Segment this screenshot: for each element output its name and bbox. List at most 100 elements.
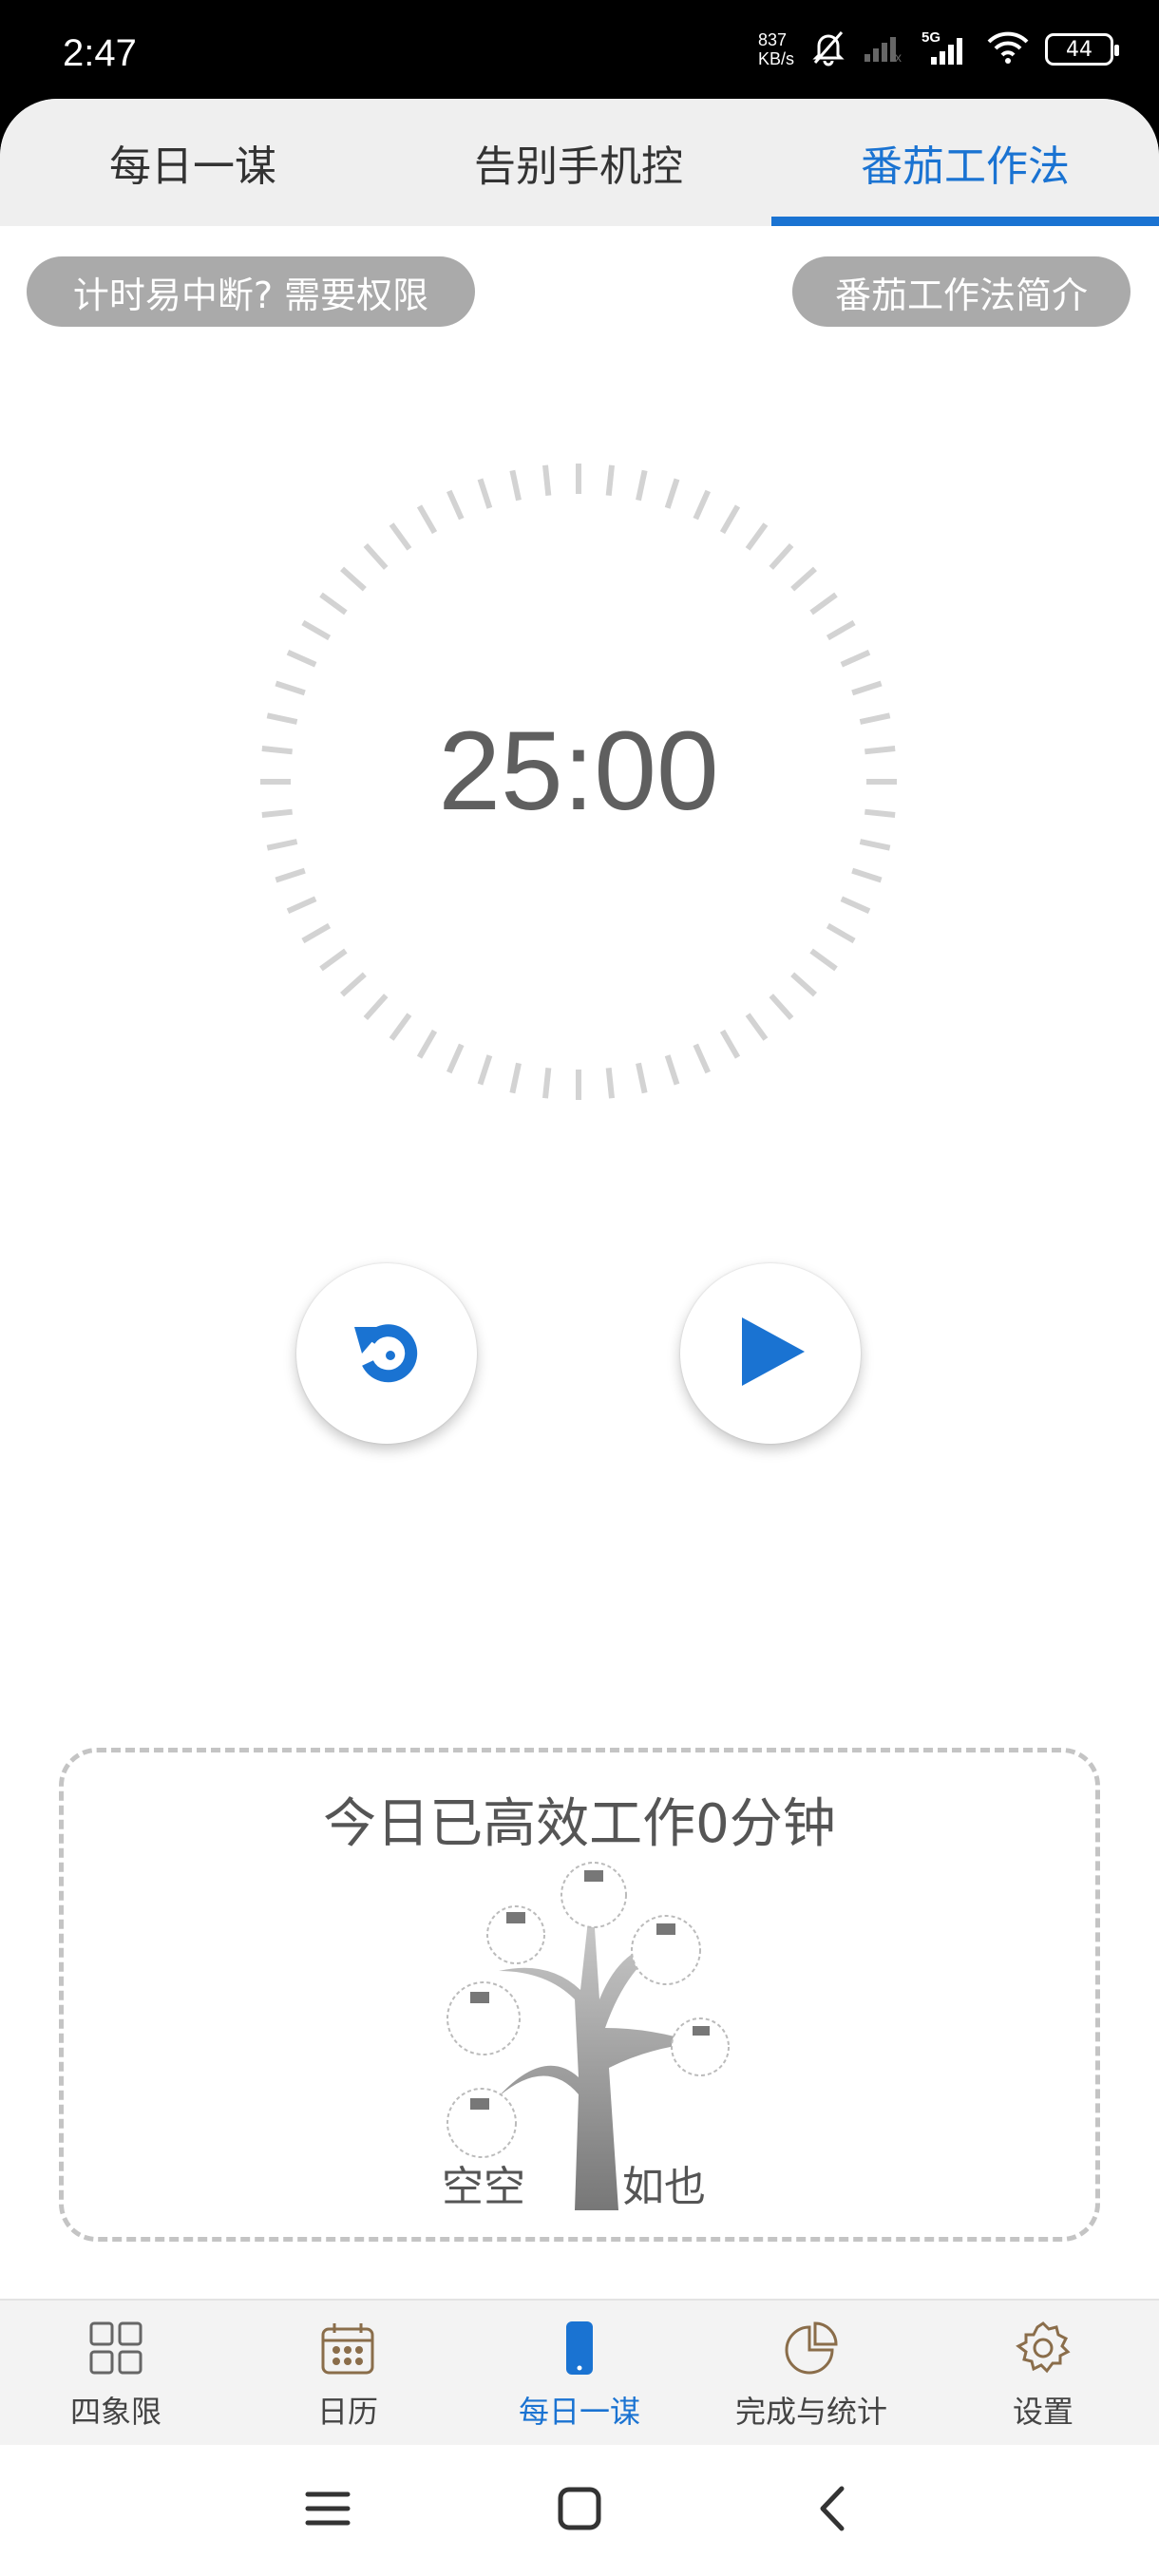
- today-stats-panel: 今日已高效工作0分钟 空空 如也: [59, 1748, 1100, 2242]
- nav-completion-stats[interactable]: 完成与统计: [695, 2301, 927, 2447]
- back-chevron-icon: [809, 2485, 857, 2536]
- today-work-text: 今日已高效工作0分钟: [323, 1793, 836, 1855]
- reset-button[interactable]: [296, 1263, 477, 1444]
- tab-indicator: [771, 217, 1159, 226]
- dial-tick: [319, 592, 348, 616]
- grid-icon: [87, 2301, 144, 2380]
- dial-tick: [416, 504, 438, 535]
- tab-phone-addiction[interactable]: 告别手机控: [386, 99, 771, 226]
- home-square-icon: [556, 2485, 603, 2536]
- dial-tick: [790, 972, 817, 997]
- net-speed-unit: KB/s: [757, 49, 794, 68]
- tab-daily-plan[interactable]: 每日一谋: [0, 99, 386, 226]
- nav-label: 日历: [316, 2394, 378, 2430]
- dial-tick: [636, 469, 648, 502]
- top-tabs: 每日一谋 告别手机控 番茄工作法: [0, 99, 1159, 226]
- status-icons: 837 KB/s x 5G 44: [758, 28, 1119, 70]
- system-nav-bar: [0, 2445, 1159, 2576]
- gear-icon: [1015, 2301, 1072, 2380]
- dial-tick: [636, 1062, 648, 1094]
- wifi-icon: [986, 30, 1030, 68]
- dial-tick: [769, 543, 794, 570]
- dial-tick: [664, 478, 680, 509]
- tab-pomodoro[interactable]: 番茄工作法: [771, 99, 1159, 226]
- dial-tick: [275, 680, 306, 696]
- dial-tick: [826, 619, 856, 641]
- tree-illustration: 空空 如也: [442, 1862, 730, 2211]
- timer-display: 25:00: [438, 709, 719, 834]
- dial-tick: [542, 464, 552, 496]
- menu-button[interactable]: [294, 2477, 361, 2544]
- dial-tick: [790, 566, 817, 592]
- dial-tick: [840, 650, 871, 668]
- dial-tick: [809, 948, 838, 972]
- status-bar: 2:47 837 KB/s x 5G 44: [0, 0, 1159, 99]
- status-time: 2:47: [63, 32, 137, 74]
- dial-tick: [840, 896, 871, 914]
- play-icon: [732, 1314, 808, 1393]
- dial-tick: [509, 469, 522, 502]
- pie-chart-icon: [783, 2301, 840, 2380]
- nav-settings[interactable]: 设置: [927, 2301, 1159, 2447]
- dial-tick: [509, 1062, 522, 1094]
- nav-label: 每日一谋: [518, 2394, 640, 2430]
- dial-tick: [605, 1068, 616, 1099]
- nav-label: 完成与统计: [734, 2394, 887, 2430]
- bottom-nav: 四象限 日历 每日一谋 完成与统计 设置: [0, 2299, 1159, 2445]
- battery-icon: 44: [1045, 33, 1119, 66]
- dial-tick: [851, 680, 883, 696]
- dial-tick: [693, 1043, 711, 1074]
- network-type-label: 5G: [922, 29, 940, 46]
- signal-5g-icon: 5G: [922, 28, 971, 70]
- dial-tick: [719, 1029, 741, 1059]
- dial-tick: [266, 839, 298, 851]
- dial-tick: [286, 650, 317, 668]
- nav-label: 设置: [1012, 2394, 1074, 2430]
- dial-tick: [605, 464, 616, 496]
- dial-tick: [769, 994, 794, 1020]
- app-screen: 每日一谋 告别手机控 番茄工作法 计时易中断? 需要权限 番茄工作法简介 25:…: [0, 99, 1159, 2576]
- battery-level: 44: [1066, 37, 1092, 62]
- net-speed: 837 KB/s: [758, 30, 794, 68]
- dial-tick: [340, 972, 367, 997]
- dial-tick: [745, 1013, 769, 1041]
- dial-tick: [363, 994, 389, 1020]
- dial-tick: [319, 948, 348, 972]
- dial-tick: [286, 896, 317, 914]
- dial-tick: [363, 543, 389, 570]
- dial-tick: [809, 592, 838, 616]
- calendar-icon: [319, 2301, 376, 2380]
- dial-tick: [301, 619, 332, 641]
- dial-tick: [542, 1068, 552, 1099]
- dial-tick: [851, 867, 883, 883]
- mute-bell-icon: [809, 28, 847, 70]
- net-speed-value: 837: [757, 30, 788, 49]
- dial-tick: [446, 489, 465, 521]
- back-button[interactable]: [800, 2477, 866, 2544]
- dial-tick: [389, 1013, 412, 1041]
- play-button[interactable]: [680, 1263, 861, 1444]
- tree-caption-start: 空空: [442, 2163, 525, 2211]
- nav-daily-plan[interactable]: 每日一谋: [464, 2301, 695, 2447]
- dial-tick: [693, 489, 711, 521]
- dial-tick: [745, 522, 769, 551]
- nav-calendar[interactable]: 日历: [232, 2301, 464, 2447]
- phone-icon: [551, 2301, 608, 2380]
- dial-tick: [416, 1029, 438, 1059]
- dial-tick: [859, 839, 891, 851]
- dial-tick: [301, 922, 332, 944]
- nav-label: 四象限: [69, 2394, 162, 2430]
- nav-four-quadrants[interactable]: 四象限: [0, 2301, 232, 2447]
- permission-button[interactable]: 计时易中断? 需要权限: [27, 256, 475, 327]
- dial-tick: [446, 1043, 465, 1074]
- dial-tick: [275, 867, 306, 883]
- tree-caption-end: 如也: [622, 2163, 706, 2211]
- dial-tick: [826, 922, 856, 944]
- dial-tick: [664, 1054, 680, 1086]
- dial-tick: [340, 566, 367, 592]
- menu-icon: [304, 2485, 352, 2536]
- svg-text:x: x: [895, 49, 902, 64]
- reset-icon: [349, 1314, 425, 1393]
- pomodoro-intro-button[interactable]: 番茄工作法简介: [792, 256, 1130, 327]
- home-button[interactable]: [546, 2477, 613, 2544]
